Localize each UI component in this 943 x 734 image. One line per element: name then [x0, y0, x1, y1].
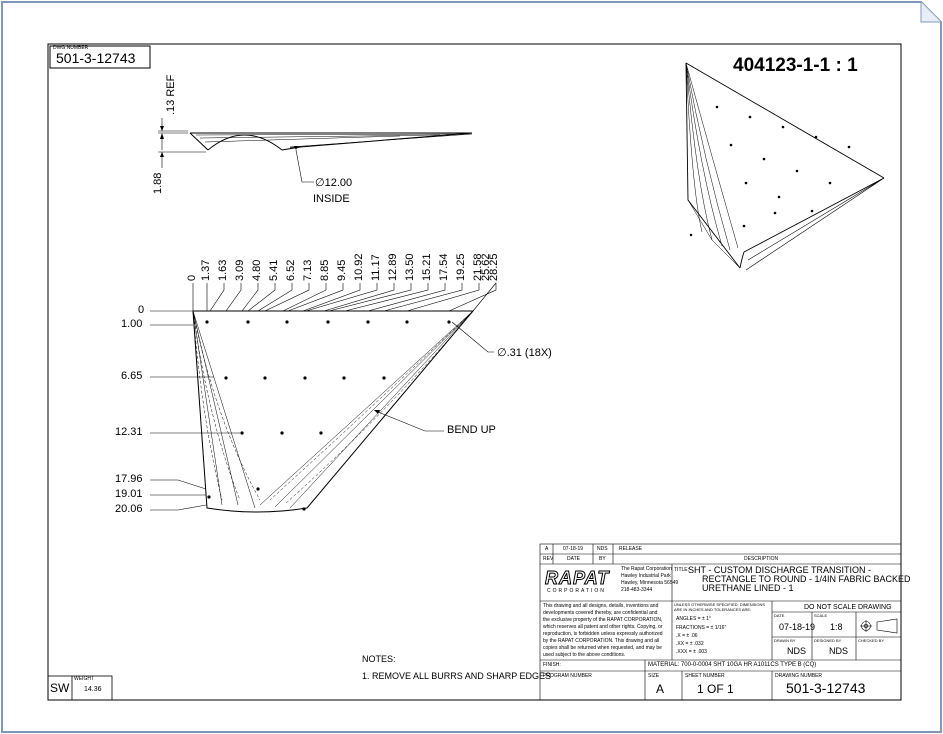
weight-value: 14.36: [84, 686, 102, 693]
company-address-line: Hawley Industrial Park: [621, 573, 671, 579]
title-line: URETHANE LINED - 1: [702, 583, 794, 593]
sheet-number-label: SHEET NUMBER: [685, 673, 725, 679]
designed-by-label: DESIGNED BY: [814, 638, 842, 643]
finish-label: FINISH:: [543, 662, 561, 668]
title-label: TITLE:: [674, 567, 690, 573]
company-logo-sub: CORPORATION: [547, 588, 606, 594]
y-dim: 17.96: [115, 473, 143, 485]
y-dim: 19.01: [115, 488, 143, 500]
bend-callout: BEND UP: [447, 424, 496, 436]
x-dim: 10.92: [353, 253, 365, 281]
weight-label: WEIGHT: [74, 676, 94, 682]
ref-dimension: .13 REF: [165, 74, 177, 115]
size-value: A: [656, 682, 665, 696]
proprietary-line: by the RAPAT CORPORATION. This drawing a…: [543, 638, 660, 644]
proprietary-line: This drawing and all designs, details, i…: [543, 603, 659, 609]
diameter-inside-label: INSIDE: [313, 193, 350, 205]
x-dim: 15.21: [421, 253, 433, 281]
proprietary-line: reproduction, is forbidden unless expres…: [543, 631, 663, 637]
y-dim: 1.00: [121, 318, 143, 330]
company-address-line: Hawley, Minnesota 56549: [621, 580, 679, 586]
program-number-label: PROGRAM NUMBER: [543, 673, 592, 679]
x-dim: 6.52: [285, 259, 297, 281]
x-dim: 28.25: [488, 253, 500, 281]
x-dim: 0: [186, 274, 198, 281]
x-dim: 8.85: [319, 259, 331, 281]
part-label: 404123-1-1 : 1: [733, 55, 858, 76]
scale-label: SCALE: [814, 613, 828, 618]
page-fold-corner: [920, 2, 941, 23]
checked-by-label: CHECKED BY: [858, 638, 885, 643]
proprietary-line: copies shall be returned when requested,…: [543, 645, 662, 651]
proprietary-line: the exclusive property of the RAPAT CORP…: [543, 617, 663, 623]
notes-heading: NOTES:: [362, 654, 396, 664]
date-label: DATE: [774, 613, 785, 618]
sw-label: SW: [50, 681, 70, 695]
company-address-line: The Rapat Corporation: [621, 566, 672, 572]
material: MATERIAL: 700-0-0004 SHT 10GA HR A1011CS…: [648, 662, 817, 668]
x-dim: 17.54: [438, 253, 450, 281]
proprietary-line: used subject to the above conditions.: [543, 652, 626, 658]
y-dim: 12.31: [115, 426, 143, 438]
sheet-number-value: 1 OF 1: [697, 682, 734, 696]
do-not-scale: DO NOT SCALE DRAWING: [804, 604, 892, 611]
x-dim: 1.37: [200, 259, 212, 281]
company-logo: RAPAT: [544, 568, 610, 588]
y-dim: 0: [138, 304, 145, 316]
rev-header-date: DATE: [567, 556, 580, 562]
tolerance-line: .X = ± .06: [676, 633, 698, 639]
x-dim: 13.50: [404, 253, 416, 281]
dwg-number: 501-3-12743: [56, 50, 136, 66]
designed-by-value: NDS: [829, 646, 849, 656]
drawn-by-value: NDS: [787, 646, 807, 656]
drawn-by-label: DRAWN BY: [774, 638, 796, 643]
x-dim: 12.89: [387, 253, 399, 281]
drawing-number-label: DRAWING NUMBER: [775, 673, 823, 679]
x-dim: 4.80: [251, 259, 263, 281]
rev-header-by: BY: [599, 556, 606, 562]
rev-date: 07-18-19: [563, 546, 584, 552]
scale-value: 1:8: [830, 622, 843, 632]
tolerance-line: .XX = ± .032: [676, 641, 704, 647]
note-item: 1. REMOVE ALL BURRS AND SHARP EDGES: [362, 671, 552, 681]
tolerance-line: .XXX = ± .003: [676, 649, 707, 655]
tolerance-line: FRACTIONS = ± 1/16": [676, 625, 727, 631]
rev-value: A: [545, 546, 549, 552]
rev-description: RELEASE: [619, 546, 643, 552]
diameter-callout: ∅12.00: [315, 177, 353, 189]
x-dim: 5.41: [268, 259, 280, 281]
y-dim: 20.06: [115, 503, 143, 515]
size-label: SIZE: [648, 673, 660, 679]
drawing-sheet: DWG NUMBER 501-3-12743 404123-1-1 : 1 .1…: [0, 0, 943, 734]
x-dim: 9.45: [336, 259, 348, 281]
x-dim: 19.25: [455, 253, 467, 281]
x-dim: 11.17: [370, 254, 382, 281]
tolerance-header: ARE IN INCHES AND TOLERANCES ARE:: [674, 607, 752, 612]
height-dimension: 1.88: [152, 172, 164, 194]
proprietary-line: which reserves all patent and other righ…: [543, 624, 663, 630]
rev-by: NDS: [597, 546, 608, 552]
date-value: 07-18-19: [779, 622, 816, 632]
x-dim: 3.09: [234, 259, 246, 281]
hole-callout: ∅.31 (18X): [497, 347, 552, 359]
company-address-line: 218-483-3344: [621, 587, 653, 593]
rev-header-description: DESCRIPTION: [744, 556, 779, 562]
x-dim: 7.13: [302, 259, 314, 281]
y-dim: 6.65: [121, 370, 143, 382]
rev-header-rev: REV: [543, 556, 554, 562]
drawing-number-value: 501-3-12743: [786, 680, 866, 696]
proprietary-line: developments covered thereby, are confid…: [543, 610, 658, 616]
tolerance-line: ANGLES = ± 1°: [676, 616, 711, 622]
x-dim: 1.63: [217, 259, 229, 281]
